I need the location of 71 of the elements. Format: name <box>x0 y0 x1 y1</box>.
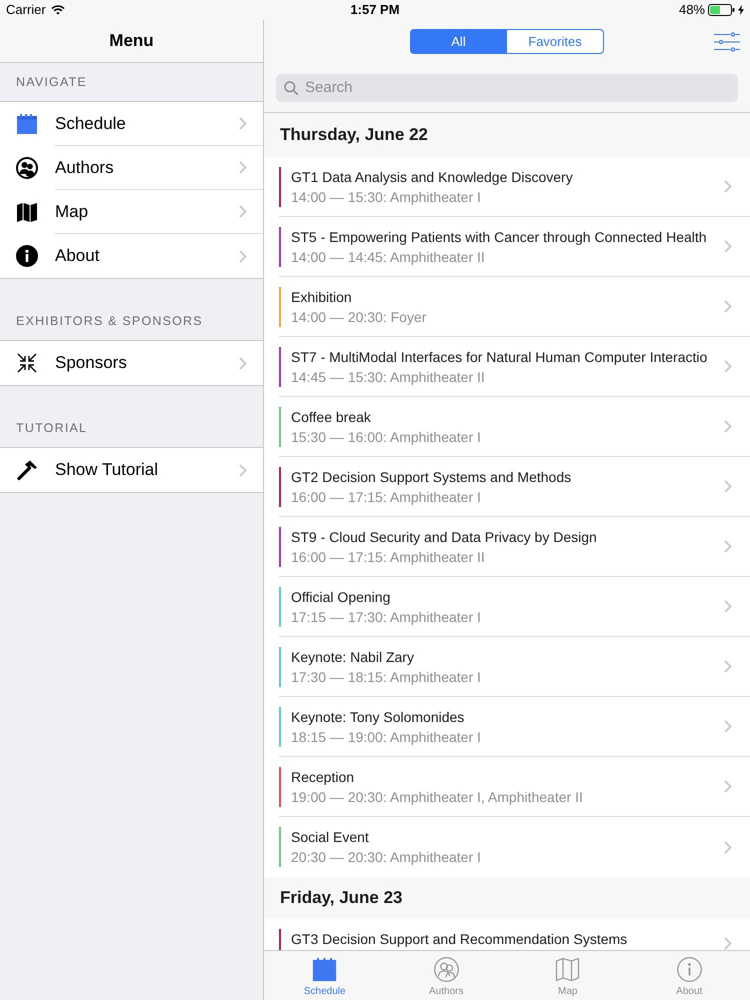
chevron-icon <box>724 180 732 193</box>
map-icon <box>555 957 580 982</box>
calendar-icon <box>312 957 338 982</box>
session-time: 16:00 — 17:15: Amphitheater I <box>291 488 482 506</box>
session-time: 16:00 — 17:15: Amphitheater II <box>291 548 486 566</box>
carrier-name: Carrier <box>6 2 46 18</box>
session-title: GT2 Decision Support Systems and Methods <box>291 468 572 486</box>
section-header: EXHIBITORS & SPONSORS <box>16 314 203 328</box>
people-icon <box>434 957 459 982</box>
session-time: 14:45 — 15:30: Amphitheater II <box>291 368 486 386</box>
session-title: Reception <box>291 768 356 786</box>
session-title: Official Opening <box>291 588 392 606</box>
status-time: 1:57 PM <box>350 2 400 18</box>
session-time: 17:15 — 17:30: Amphitheater I <box>291 608 482 626</box>
section-header: NAVIGATE <box>16 75 87 89</box>
chevron-icon <box>239 117 247 130</box>
session-title: Keynote: Nabil Zary <box>291 648 415 666</box>
info-icon <box>16 245 38 267</box>
session-title: ST9 - Cloud Security and Data Privacy by Design <box>291 528 598 546</box>
session-title: Exhibition <box>291 288 353 306</box>
chevron-icon <box>724 480 732 493</box>
calendar-icon <box>16 113 38 135</box>
chevron-icon <box>724 360 732 373</box>
session-title: ST7 - MultiModal Interfaces for Natural Human Computer Interactio <box>291 348 708 366</box>
search-icon <box>284 80 298 94</box>
battery-percent: 48% <box>678 2 705 18</box>
hammer-icon <box>16 459 38 481</box>
session-time: 19:00 — 20:30: Amphitheater I, Amphitheater II <box>291 788 584 806</box>
chevron-icon <box>239 250 247 262</box>
chevron-icon <box>724 240 732 253</box>
people-icon <box>16 157 38 179</box>
session-title: GT1 Data Analysis and Knowledge Discovery <box>291 168 574 186</box>
chevron-icon <box>724 300 732 313</box>
session-time: 14:00 — 14:45: Amphitheater II <box>291 248 486 266</box>
session-time: 20:30 — 20:30: Amphitheater I <box>291 848 482 867</box>
chevron-icon <box>239 464 247 476</box>
segment-tab[interactable]: Favorites <box>507 29 604 54</box>
wifi-icon <box>50 5 65 15</box>
chevron-icon <box>239 356 247 370</box>
charging-icon <box>738 5 744 15</box>
session-title: Keynote: Tony Solomonides <box>291 708 466 726</box>
chevron-icon <box>724 720 732 733</box>
chevron-icon <box>239 205 247 218</box>
section-header: TUTORIAL <box>16 421 88 435</box>
day-header: Thursday, June 22 <box>264 113 750 157</box>
battery-icon <box>708 4 735 16</box>
nav-title: Menu <box>109 30 154 52</box>
session-time: 14:00 — 20:30: Foyer <box>291 308 428 326</box>
sliders-icon[interactable] <box>714 30 740 52</box>
session-title: Social Event <box>291 828 370 847</box>
session-title: Coffee break <box>291 408 372 426</box>
chevron-icon <box>724 660 732 673</box>
day-header: Friday, June 23 <box>264 877 750 919</box>
chevron-icon <box>724 600 732 613</box>
tab-bar-item[interactable]: Schedule <box>264 951 386 1000</box>
compress-arrows-icon <box>16 352 38 374</box>
map-icon <box>16 201 38 223</box>
session-time: 18:15 — 19:00: Amphitheater I <box>291 728 482 746</box>
session-time: 17:30 — 18:15: Amphitheater I <box>291 668 482 686</box>
chevron-icon <box>724 540 732 553</box>
session-title: GT3 Decision Support and Recommendation Systems <box>291 930 628 949</box>
search-field[interactable]: Search <box>276 74 738 102</box>
chevron-icon <box>724 420 732 433</box>
segment-tab[interactable]: All <box>410 29 507 54</box>
chevron-icon <box>724 780 732 793</box>
chevron-icon <box>239 161 247 174</box>
chevron-icon <box>724 840 732 854</box>
session-time: 14:00 — 15:30: Amphitheater I <box>291 188 482 206</box>
session-time: 15:30 — 16:00: Amphitheater I <box>291 428 482 446</box>
session-title: ST5 - Empowering Patients with Cancer through Connected Health <box>291 228 708 246</box>
info-icon <box>676 957 702 982</box>
